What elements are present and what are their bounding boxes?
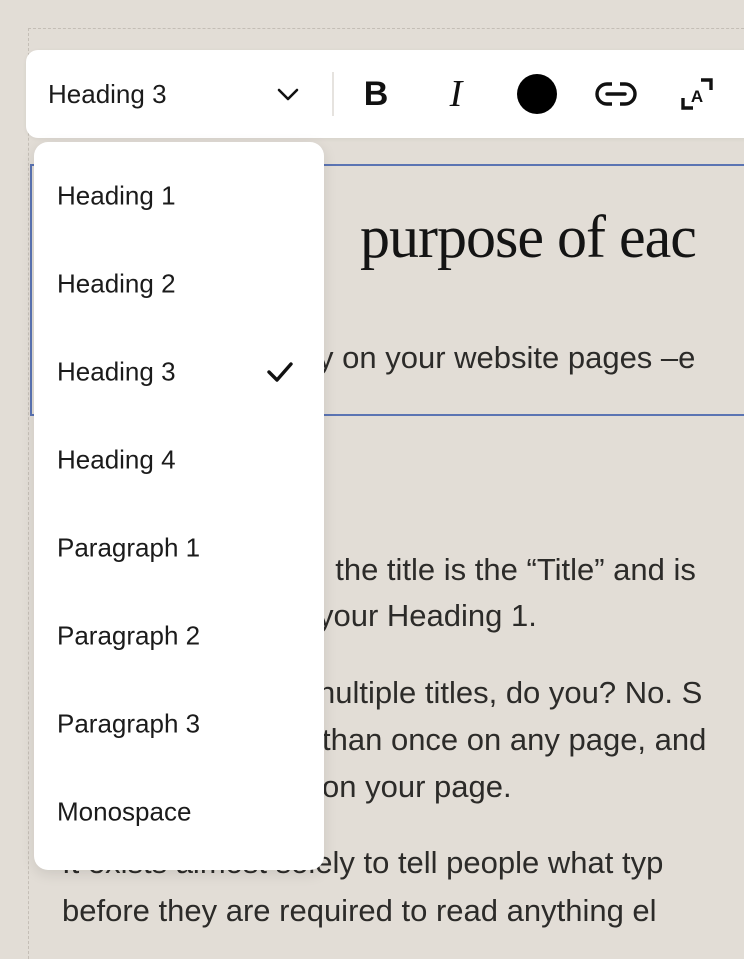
text-style-select-value: Heading 3	[48, 79, 167, 109]
link-icon	[595, 81, 637, 107]
dropdown-option[interactable]: Heading 3	[34, 332, 324, 420]
dropdown-option-label: Heading 1	[57, 180, 176, 211]
dropdown-option-label: Monospace	[57, 796, 192, 827]
text-style-dropdown: Heading 1 Heading 2 Heading 3 Heading 4 Para…	[34, 142, 324, 870]
italic-icon: I	[449, 73, 463, 115]
body-line: nultiple titles, do you? No. S	[318, 675, 703, 710]
dropdown-option[interactable]: Paragraph 3	[34, 684, 324, 772]
dropdown-option[interactable]: Paragraph 1	[34, 508, 324, 596]
dropdown-option[interactable]: Heading 4	[34, 420, 324, 508]
dropdown-option[interactable]: Paragraph 2	[34, 596, 324, 684]
dropdown-option[interactable]: Heading 2	[34, 244, 324, 332]
bold-button[interactable]: B	[354, 72, 398, 116]
dropdown-option-label: Paragraph 1	[57, 532, 201, 563]
font-size-glyph: A	[691, 87, 703, 106]
text-color-button[interactable]	[515, 72, 559, 116]
body-line: your Heading 1.	[318, 598, 537, 633]
heading-text: purpose of eac	[360, 204, 697, 270]
dropdown-option[interactable]: Monospace	[34, 772, 324, 860]
link-button[interactable]	[594, 72, 638, 116]
dropdown-option-label: Heading 4	[57, 444, 176, 475]
toolbar-divider	[332, 72, 334, 116]
text-style-select[interactable]: Heading 3	[26, 50, 332, 138]
font-size-icon: A	[681, 78, 713, 110]
body-line: than once on any page, and	[322, 722, 707, 757]
text-format-toolbar: Heading 3 B I A	[26, 50, 744, 138]
dropdown-option-label: Paragraph 2	[57, 620, 201, 651]
chevron-down-icon	[277, 88, 299, 101]
dropdown-option-label: Heading 3	[57, 356, 176, 387]
subheading-text: y on your website pages –e	[318, 340, 696, 375]
dropdown-option[interactable]: Heading 1	[34, 156, 324, 244]
body-line: on your page.	[322, 769, 512, 804]
bold-icon: B	[363, 74, 389, 113]
dropdown-option-label: Paragraph 3	[57, 708, 201, 739]
text-color-icon	[517, 74, 557, 114]
dropdown-option-label: Heading 2	[57, 268, 176, 299]
body-line: before they are required to read anythin…	[62, 893, 657, 928]
body-line: , the title is the “Title” and is	[318, 552, 696, 587]
check-icon	[267, 362, 293, 382]
italic-button[interactable]: I	[434, 72, 478, 116]
font-size-button[interactable]: A	[675, 72, 719, 116]
